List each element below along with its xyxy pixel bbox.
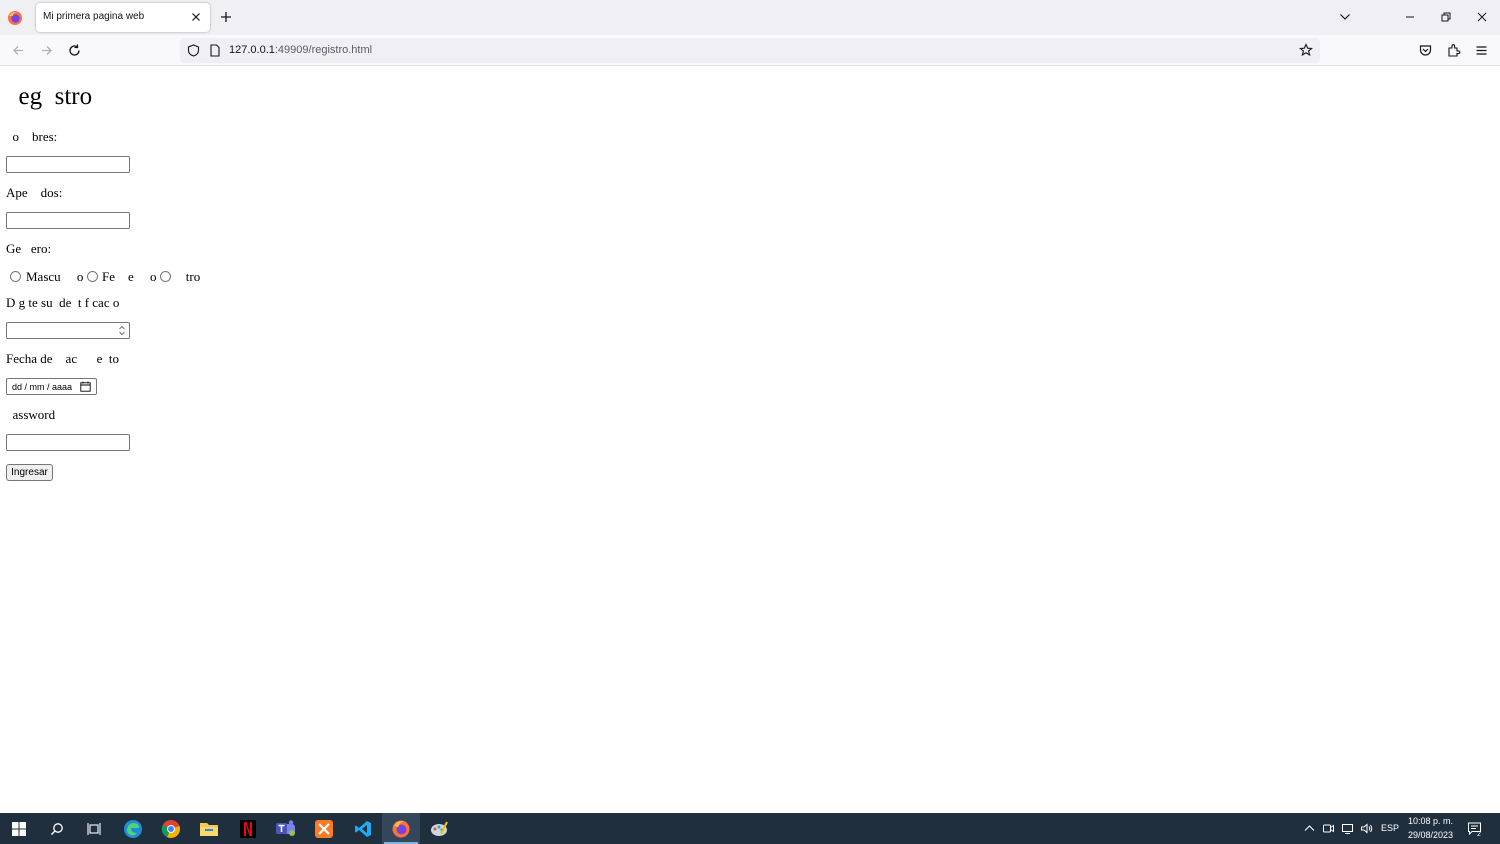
clock-time[interactable]: 10:08 p. m.	[1408, 816, 1453, 826]
windows-start-icon[interactable]	[0, 813, 38, 844]
close-tab-icon[interactable]	[189, 10, 203, 24]
active-tab[interactable]: Mi primera pagina web	[36, 3, 210, 32]
teams-icon[interactable]	[267, 813, 305, 844]
radio-femenino-label: Fe e o	[102, 269, 157, 284]
identificacion-input[interactable]	[6, 322, 130, 339]
genero-radio-group: Mascu o Fe e o tro	[6, 269, 200, 285]
new-tab-icon[interactable]	[218, 9, 234, 25]
xampp-icon[interactable]	[305, 813, 343, 844]
restore-icon[interactable]	[1439, 10, 1453, 24]
address-bar[interactable]: 127.0.0.1:49909/registro.html	[180, 38, 1320, 63]
ingresar-button[interactable]: Ingresar	[6, 464, 53, 481]
tab-title: Mi primera pagina web	[43, 11, 145, 22]
clock-date[interactable]: 29/08/2023	[1408, 830, 1453, 840]
chrome-icon[interactable]	[152, 813, 190, 844]
apellidos-input[interactable]	[6, 212, 130, 229]
radio-otro-label: tro	[176, 269, 201, 284]
page-title: eg stro	[6, 83, 93, 110]
netflix-icon[interactable]	[229, 813, 267, 844]
identificacion-label: D g te su de t f cac o	[6, 295, 120, 310]
date-placeholder: dd / mm / aaaa	[12, 382, 73, 392]
calendar-icon[interactable]	[80, 381, 91, 392]
back-arrow-icon[interactable]	[11, 43, 26, 58]
paint-icon[interactable]	[420, 813, 458, 844]
url-path: :49909/registro.html	[274, 44, 373, 56]
fecha-nacimiento-label: Fecha de ac e to	[6, 351, 119, 366]
password-label: assword	[6, 407, 56, 422]
task-view-icon[interactable]	[75, 813, 113, 844]
fecha-nacimiento-input[interactable]: dd / mm / aaaa	[6, 378, 97, 395]
url-host: 127.0.0.1	[229, 44, 275, 56]
reload-icon[interactable]	[67, 43, 82, 58]
navigation-bar: 127.0.0.1:49909/registro.html	[0, 35, 1500, 66]
pocket-icon[interactable]	[1418, 43, 1433, 58]
shield-icon[interactable]	[187, 44, 200, 57]
url-text[interactable]: 127.0.0.1:49909/registro.html	[229, 44, 372, 56]
search-icon[interactable]	[38, 813, 76, 844]
notification-count: 2	[1477, 831, 1481, 838]
radio-otro[interactable]	[160, 271, 171, 282]
bookmark-star-icon[interactable]	[1299, 43, 1313, 57]
firefox-icon[interactable]	[382, 813, 420, 844]
password-input[interactable]	[6, 434, 130, 451]
windows-taskbar: ESP 10:08 p. m. 29/08/2023 2	[0, 813, 1500, 844]
close-window-icon[interactable]	[1475, 10, 1489, 24]
radio-masculino[interactable]	[10, 271, 21, 282]
firefox-logo-icon	[8, 11, 22, 25]
language-indicator[interactable]: ESP	[1381, 823, 1399, 833]
apellidos-label: Ape dos:	[6, 185, 63, 200]
radio-femenino[interactable]	[87, 271, 98, 282]
nombres-label: o bres:	[6, 129, 58, 144]
minimize-icon[interactable]	[1403, 10, 1417, 24]
extensions-icon[interactable]	[1446, 43, 1461, 58]
radio-masculino-label: Mascu o	[26, 269, 84, 284]
vscode-icon[interactable]	[344, 813, 382, 844]
chevron-up-icon[interactable]	[1303, 822, 1316, 835]
volume-icon[interactable]	[1360, 822, 1373, 835]
forward-arrow-icon[interactable]	[39, 43, 54, 58]
chevron-down-icon[interactable]	[1338, 10, 1352, 24]
nombres-input[interactable]	[6, 156, 130, 173]
genero-label: Ge ero:	[6, 241, 52, 256]
page-icon[interactable]	[209, 44, 221, 57]
meet-now-icon[interactable]	[1322, 822, 1335, 835]
number-spinner-icon[interactable]	[117, 324, 127, 337]
edge-icon[interactable]	[114, 813, 152, 844]
file-explorer-icon[interactable]	[190, 813, 228, 844]
tab-bar: Mi primera pagina web	[0, 0, 1500, 35]
page-content: eg stro o bres: Ape dos: Ge ero: Mascu o…	[0, 66, 1500, 813]
hamburger-menu-icon[interactable]	[1474, 43, 1489, 58]
network-icon[interactable]	[1341, 822, 1354, 835]
